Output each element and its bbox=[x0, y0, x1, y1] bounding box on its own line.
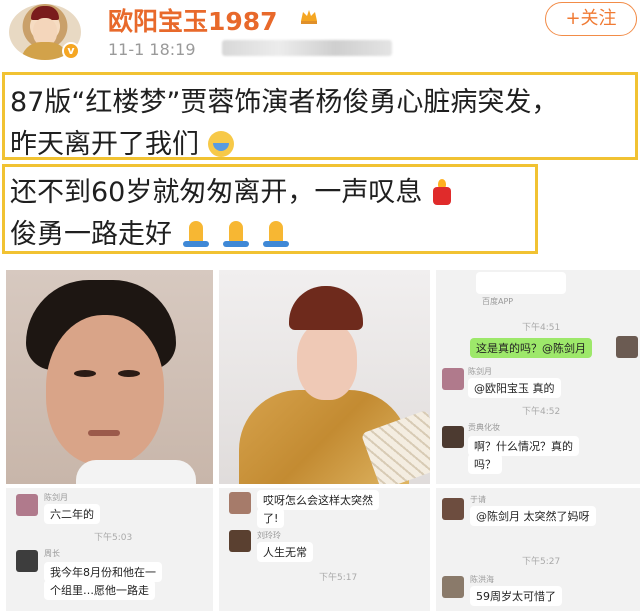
praying-hands-icon bbox=[261, 221, 291, 247]
sender-name: 刘玲玲 bbox=[257, 531, 281, 540]
avatar bbox=[442, 368, 464, 390]
chat-time: 下午4:51 bbox=[522, 323, 561, 333]
chat-message: 59周岁太可惜了 bbox=[470, 586, 562, 606]
sender-name: 陈洪海 bbox=[470, 575, 494, 584]
face-shape bbox=[46, 315, 164, 465]
chat-screenshot-4[interactable]: 于请 @陈剑月 太突然了妈呀 下午5:27 陈洪海 59周岁太可惜了 bbox=[436, 488, 640, 611]
eye-shape bbox=[118, 370, 140, 377]
sender-name: 陈剑月 bbox=[468, 367, 492, 376]
shirt-shape bbox=[76, 460, 196, 484]
avatar bbox=[442, 426, 464, 448]
follow-button[interactable]: +关注 bbox=[545, 2, 637, 36]
chat-message: 啊？什么情况？真的 bbox=[468, 436, 579, 456]
avatar bbox=[229, 492, 251, 514]
post-text-line-1-text: 87版“红楼梦”贾蓉饰演者杨俊勇心脏病突发， bbox=[10, 87, 559, 118]
mouth-shape bbox=[88, 430, 120, 436]
sender-name: 贡典化妆 bbox=[468, 423, 500, 432]
avatar bbox=[616, 336, 638, 358]
avatar bbox=[442, 576, 464, 598]
post-text-line-4-text: 俊勇一路走好 bbox=[10, 219, 172, 250]
eye-shape bbox=[74, 370, 96, 377]
chat-time: 下午5:27 bbox=[522, 557, 561, 567]
blurred-source-text bbox=[222, 40, 392, 56]
praying-hands-icon bbox=[181, 221, 211, 247]
praying-hands-icon bbox=[221, 221, 251, 247]
shared-card bbox=[476, 272, 566, 294]
chat-message: 了! bbox=[257, 508, 285, 528]
avatar bbox=[229, 530, 251, 552]
candle-icon bbox=[431, 179, 453, 205]
sender-name: 陈剑月 bbox=[44, 493, 68, 502]
face-shape bbox=[297, 322, 357, 400]
post-timestamp: 11-1 18:19 bbox=[108, 40, 196, 59]
chat-message: 吗？ bbox=[468, 454, 502, 474]
portrait-photo-costume[interactable] bbox=[219, 270, 430, 484]
post-text-line-4: 俊勇一路走好 bbox=[10, 212, 301, 251]
chat-message: @欧阳宝玉 真的 bbox=[468, 378, 561, 398]
chat-message: 人生无常 bbox=[257, 542, 313, 562]
portrait-photo-modern[interactable] bbox=[6, 270, 213, 484]
crown-icon bbox=[301, 10, 317, 24]
crying-face-icon bbox=[207, 131, 234, 157]
chat-message: 个组里…愿他一路走 bbox=[44, 580, 155, 600]
post-text-line-3-text: 还不到60岁就匆匆离开，一声叹息 bbox=[10, 177, 423, 208]
post-header: v 欧阳宝玉1987 11-1 18:19 +关注 bbox=[0, 0, 640, 66]
username[interactable]: 欧阳宝玉1987 bbox=[108, 2, 278, 38]
chat-message: 哎呀怎么会这样太突然 bbox=[257, 490, 379, 510]
chat-screenshot-3[interactable]: 哎呀怎么会这样太突然 了! 刘玲玲 人生无常 下午5:17 bbox=[219, 488, 430, 611]
avatar bbox=[16, 494, 38, 516]
chat-time: 下午5:03 bbox=[94, 533, 133, 543]
chat-screenshot-2[interactable]: 陈剑月 六二年的 下午5:03 周长 我今年8月份和他在一 个组里…愿他一路走 bbox=[6, 488, 213, 611]
hat-shape bbox=[289, 286, 363, 330]
avatar bbox=[442, 498, 464, 520]
post-text-line-2-text: 昨天离开了我们 bbox=[10, 129, 199, 160]
chat-message: @陈剑月 太突然了妈呀 bbox=[470, 506, 596, 526]
chat-message: 我今年8月份和他在一 bbox=[44, 562, 162, 582]
chat-time: 下午5:17 bbox=[319, 573, 358, 583]
chat-message: 六二年的 bbox=[44, 504, 100, 524]
sender-name: 于请 bbox=[470, 495, 486, 504]
chat-time: 下午4:52 bbox=[522, 407, 561, 417]
chat-message: 这是真的吗？@陈剑月 bbox=[470, 338, 592, 358]
post-text-line-3: 还不到60岁就匆匆离开，一声叹息 bbox=[10, 170, 453, 209]
post-text-line-1: 87版“红楼梦”贾蓉饰演者杨俊勇心脏病突发， bbox=[10, 80, 558, 119]
app-label: 百度APP bbox=[482, 297, 514, 306]
chat-screenshot-1[interactable]: 百度APP 下午4:51 这是真的吗？@陈剑月 陈剑月 @欧阳宝玉 真的 下午4… bbox=[436, 270, 640, 484]
image-grid: 百度APP 下午4:51 这是真的吗？@陈剑月 陈剑月 @欧阳宝玉 真的 下午4… bbox=[0, 262, 640, 611]
sender-name: 周长 bbox=[44, 549, 60, 558]
verified-badge-icon: v bbox=[62, 42, 80, 60]
post-text-line-2: 昨天离开了我们 bbox=[10, 122, 234, 161]
avatar bbox=[16, 550, 38, 572]
